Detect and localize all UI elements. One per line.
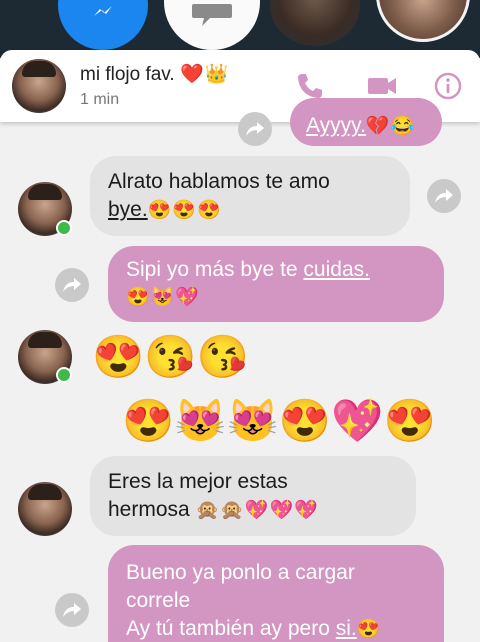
message-text: Ay tú también ay pero xyxy=(126,617,336,640)
message-bubble-incoming[interactable]: Eres la mejor estas hermosa 🙊🙊💖💖💖 xyxy=(90,456,416,536)
message-link[interactable]: si. xyxy=(336,617,357,640)
message-bubble-incoming[interactable]: Alrato hablamos te amo bye.😍😍😍 xyxy=(90,156,410,236)
message-text: Bueno ya ponlo a cargar xyxy=(126,561,355,584)
message-link[interactable]: bye. xyxy=(108,198,148,221)
message-bubble-outgoing[interactable]: Ayyyy.💔😂 xyxy=(290,98,442,146)
message-emojis: 🙊🙊💖💖💖 xyxy=(195,500,319,521)
contact-name-text: mi flojo fav. xyxy=(80,64,175,85)
contact-name-emojis: ❤️👑 xyxy=(179,64,230,85)
message-text: correle xyxy=(126,589,191,612)
message-emojis: 😍 xyxy=(356,619,382,640)
sms-chat-head[interactable] xyxy=(164,0,260,50)
message-emojis: 💔😂 xyxy=(365,116,416,137)
speech-bubble-icon xyxy=(192,4,232,26)
forward-arrow-icon xyxy=(435,189,453,203)
online-indicator xyxy=(56,220,72,236)
info-icon xyxy=(434,72,462,100)
sender-avatar[interactable] xyxy=(18,482,72,536)
emoji-message[interactable]: 😍😘😘 xyxy=(92,332,249,382)
share-button[interactable] xyxy=(427,179,461,213)
online-indicator xyxy=(56,367,72,383)
message-bubble-outgoing[interactable]: Sipi yo más bye te cuidas. 😍😻💖 xyxy=(108,246,444,322)
emoji-message[interactable]: 😍😻😻😍💖😍 xyxy=(122,396,436,446)
contact-name[interactable]: mi flojo fav. ❤️👑 xyxy=(80,62,229,86)
contact-avatar[interactable] xyxy=(12,59,66,113)
message-link[interactable]: Ayyyy. xyxy=(306,114,366,137)
message-text: Sipi yo más bye te xyxy=(126,258,304,281)
share-button[interactable] xyxy=(55,593,89,627)
message-emojis: 😍😍😍 xyxy=(147,200,222,221)
contact-chat-head[interactable] xyxy=(270,0,360,46)
info-button[interactable] xyxy=(432,70,464,102)
forward-arrow-icon xyxy=(246,122,264,136)
messenger-chat-head[interactable] xyxy=(58,0,148,50)
active-status: 1 min xyxy=(80,91,120,108)
message-bubble-outgoing[interactable]: Bueno ya ponlo a cargar correle Ay tú ta… xyxy=(108,545,444,642)
message-text: hermosa xyxy=(108,498,190,521)
share-button[interactable] xyxy=(238,112,272,146)
share-button[interactable] xyxy=(55,268,89,302)
message-text: Alrato hablamos te amo xyxy=(108,170,330,193)
messenger-icon xyxy=(94,6,112,16)
message-link[interactable]: cuidas. xyxy=(303,258,370,281)
forward-arrow-icon xyxy=(63,603,81,617)
message-emojis: 😍😻💖 xyxy=(126,287,200,308)
message-text: Eres la mejor estas xyxy=(108,470,288,493)
contact-chat-head-active[interactable] xyxy=(376,0,470,42)
forward-arrow-icon xyxy=(63,278,81,292)
